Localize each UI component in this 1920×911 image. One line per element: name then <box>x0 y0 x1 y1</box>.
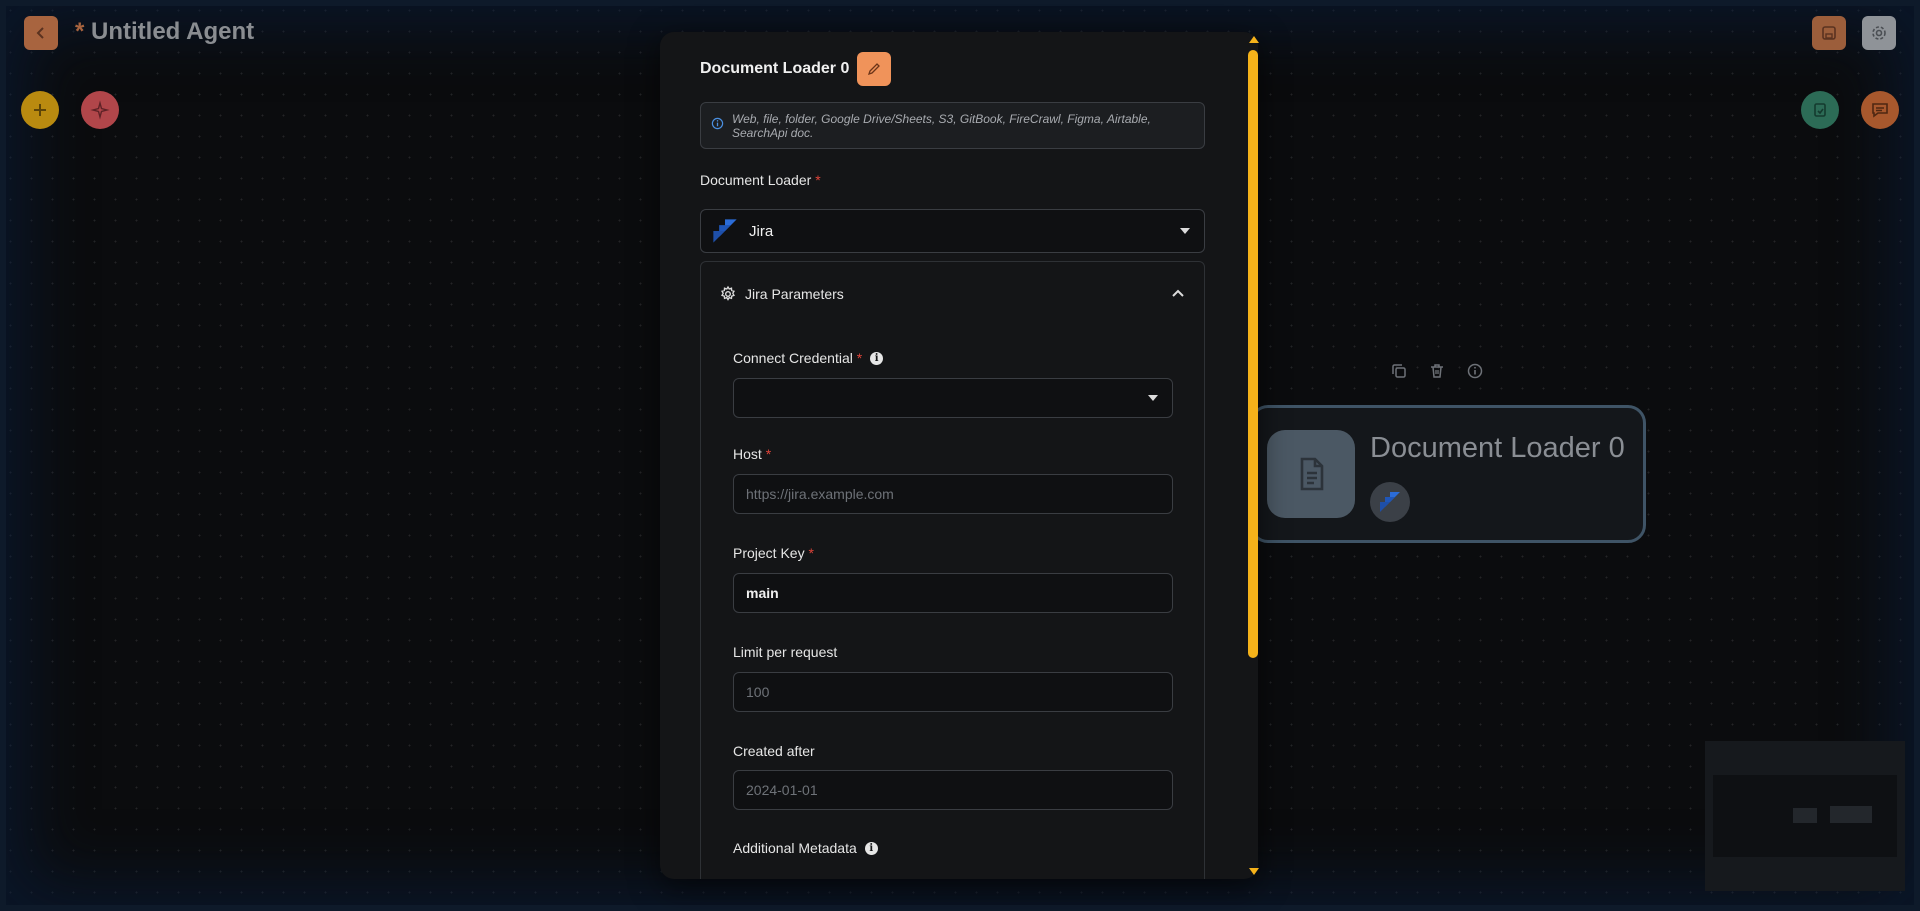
project-key-input[interactable]: main <box>733 573 1173 613</box>
required-marker: * <box>808 545 814 561</box>
unsaved-marker: * <box>75 18 85 45</box>
node-icon-tile <box>1267 430 1355 518</box>
document-loader-select[interactable]: Jira <box>700 209 1205 253</box>
info-icon[interactable] <box>1466 362 1484 380</box>
minimap-node <box>1793 808 1817 823</box>
save-icon <box>1822 26 1836 40</box>
chevron-up-icon[interactable] <box>1170 286 1186 302</box>
chevron-down-icon <box>1180 228 1190 234</box>
document-loader-selected: Jira <box>749 222 774 240</box>
host-label-text: Host <box>733 446 762 462</box>
connect-credential-label: Connect Credential * i <box>733 350 884 366</box>
required-marker: * <box>856 350 863 366</box>
limit-per-request-label-text: Limit per request <box>733 644 838 660</box>
chevron-left-icon <box>36 27 44 39</box>
edit-name-button[interactable] <box>857 52 892 86</box>
minimap[interactable] <box>1705 741 1905 891</box>
limit-per-request-label: Limit per request <box>733 644 837 660</box>
node-settings-panel: Document Loader 0 Web, file, folder, Goo… <box>660 32 1258 879</box>
validate-button[interactable] <box>1801 91 1839 129</box>
additional-metadata-label-text: Additional Metadata <box>733 840 857 856</box>
connect-credential-label-text: Connect Credential <box>733 350 853 366</box>
agent-title: Untitled Agent <box>91 18 255 45</box>
chat-button[interactable] <box>1861 91 1899 129</box>
document-loader-label-text: Document Loader <box>700 172 812 188</box>
pencil-icon <box>868 63 881 76</box>
created-after-input[interactable]: 2024-01-01 <box>733 770 1173 810</box>
minimap-node <box>1830 806 1872 823</box>
copy-icon[interactable] <box>1390 362 1408 380</box>
jira-logo-icon <box>713 219 737 243</box>
gear-icon <box>721 285 735 301</box>
sparkles-icon <box>90 100 110 120</box>
chat-icon <box>1872 103 1888 118</box>
info-icon[interactable]: i <box>870 351 884 365</box>
description-text: Web, file, folder, Google Drive/Sheets, … <box>732 111 1151 140</box>
document-icon <box>1300 457 1324 491</box>
jira-parameters-section: Jira Parameters Connect Credential * i H… <box>700 261 1205 879</box>
jira-parameters-header[interactable]: Jira Parameters <box>719 284 1186 304</box>
back-button[interactable] <box>24 16 58 50</box>
info-icon[interactable]: i <box>864 841 878 855</box>
created-after-label-text: Created after <box>733 743 815 759</box>
node-title: Document Loader 0 <box>1370 432 1625 464</box>
host-label: Host * <box>733 446 771 462</box>
save-button[interactable] <box>1812 16 1846 50</box>
gear-icon <box>1872 26 1886 40</box>
jira-parameters-title: Jira Parameters <box>745 286 844 302</box>
project-key-label-text: Project Key <box>733 545 805 561</box>
scroll-up-arrow[interactable] <box>1249 36 1259 43</box>
document-loader-label: Document Loader * <box>700 172 821 188</box>
plus-icon <box>34 104 46 116</box>
additional-metadata-label: Additional Metadata i <box>733 840 878 856</box>
project-key-label: Project Key * <box>733 545 814 561</box>
required-marker: * <box>815 172 821 188</box>
panel-header: Document Loader 0 <box>700 52 892 86</box>
created-after-label: Created after <box>733 743 815 759</box>
info-circle-icon <box>711 117 724 135</box>
document-loader-node[interactable]: Document Loader 0 <box>1250 405 1646 543</box>
settings-button[interactable] <box>1862 16 1896 50</box>
checklist-icon <box>1814 103 1826 117</box>
required-marker: * <box>765 446 772 462</box>
chevron-down-icon <box>1148 395 1158 401</box>
connect-credential-select[interactable] <box>733 378 1173 418</box>
panel-scrollbar-thumb[interactable] <box>1248 50 1258 658</box>
limit-per-request-input[interactable]: 100 <box>733 672 1173 712</box>
trash-icon[interactable] <box>1428 362 1446 380</box>
jira-logo-icon <box>1380 492 1400 512</box>
page-title[interactable]: * Untitled Agent <box>75 18 254 46</box>
description-box: Web, file, folder, Google Drive/Sheets, … <box>700 102 1205 149</box>
add-node-button[interactable] <box>21 91 59 129</box>
generate-button[interactable] <box>81 91 119 129</box>
panel-title: Document Loader 0 <box>700 60 850 77</box>
node-jira-badge <box>1370 482 1410 522</box>
node-toolbar <box>1390 362 1484 380</box>
scroll-down-arrow[interactable] <box>1249 868 1259 875</box>
host-input[interactable]: https://jira.example.com <box>733 474 1173 514</box>
